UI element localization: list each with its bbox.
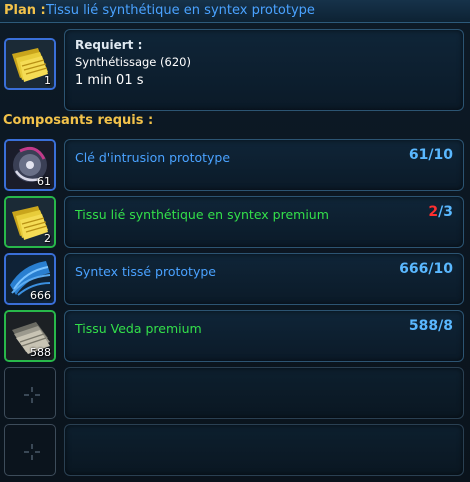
required-skill: Synthétissage (620) <box>75 55 191 69</box>
component-count: 2 <box>44 232 51 245</box>
empty-component-slot <box>4 424 56 476</box>
quantity-required: /10 <box>428 147 453 163</box>
component-slot-1[interactable]: 61 <box>4 139 56 191</box>
component-name: Clé d'intrusion prototype <box>75 150 231 165</box>
component-quantity: 2/3 <box>428 204 453 220</box>
quantity-required: /8 <box>438 318 453 334</box>
requirements-panel: Requiert : Synthétissage (620) 1 min 01 … <box>64 29 464 111</box>
plan-item-slot[interactable]: 1 <box>4 38 56 90</box>
component-count: 666 <box>30 289 51 302</box>
component-slot-4[interactable]: 588 <box>4 310 56 362</box>
craft-time: 1 min 01 s <box>75 73 144 88</box>
component-quantity: 588/8 <box>409 318 453 334</box>
component-row-2[interactable]: Tissu lié synthétique en syntex premium … <box>64 196 464 248</box>
plan-header: Plan : Tissu lié synthétique en syntex p… <box>0 0 470 23</box>
empty-component-slot <box>4 367 56 419</box>
empty-component-row <box>64 367 464 419</box>
component-quantity: 61/10 <box>409 147 453 163</box>
plan-item-count: 1 <box>44 74 51 87</box>
component-row-1[interactable]: Clé d'intrusion prototype 61/10 <box>64 139 464 191</box>
quantity-owned: 2 <box>428 204 439 220</box>
quantity-owned: 61 <box>408 147 429 163</box>
empty-slot-crosshair-icon <box>24 387 40 403</box>
component-row-3[interactable]: Syntex tissé prototype 666/10 <box>64 253 464 305</box>
crafting-window: Plan : Tissu lié synthétique en syntex p… <box>0 0 470 482</box>
empty-slot-crosshair-icon <box>24 444 40 460</box>
component-count: 61 <box>37 175 51 188</box>
requires-label: Requiert : <box>75 38 143 52</box>
plan-name[interactable]: Tissu lié synthétique en syntex prototyp… <box>46 3 315 18</box>
quantity-required: /3 <box>438 204 453 220</box>
plan-label: Plan : <box>4 3 46 18</box>
component-row-4[interactable]: Tissu Veda premium 588/8 <box>64 310 464 362</box>
component-name: Tissu Veda premium <box>75 321 202 336</box>
component-slot-2[interactable]: 2 <box>4 196 56 248</box>
component-name: Tissu lié synthétique en syntex premium <box>75 207 329 222</box>
component-quantity: 666/10 <box>399 261 453 277</box>
quantity-owned: 588 <box>408 318 439 334</box>
components-heading: Composants requis : <box>3 113 154 128</box>
component-count: 588 <box>30 346 51 359</box>
empty-component-row <box>64 424 464 476</box>
quantity-required: /10 <box>428 261 453 277</box>
component-name: Syntex tissé prototype <box>75 264 216 279</box>
component-slot-3[interactable]: 666 <box>4 253 56 305</box>
quantity-owned: 666 <box>399 261 429 277</box>
